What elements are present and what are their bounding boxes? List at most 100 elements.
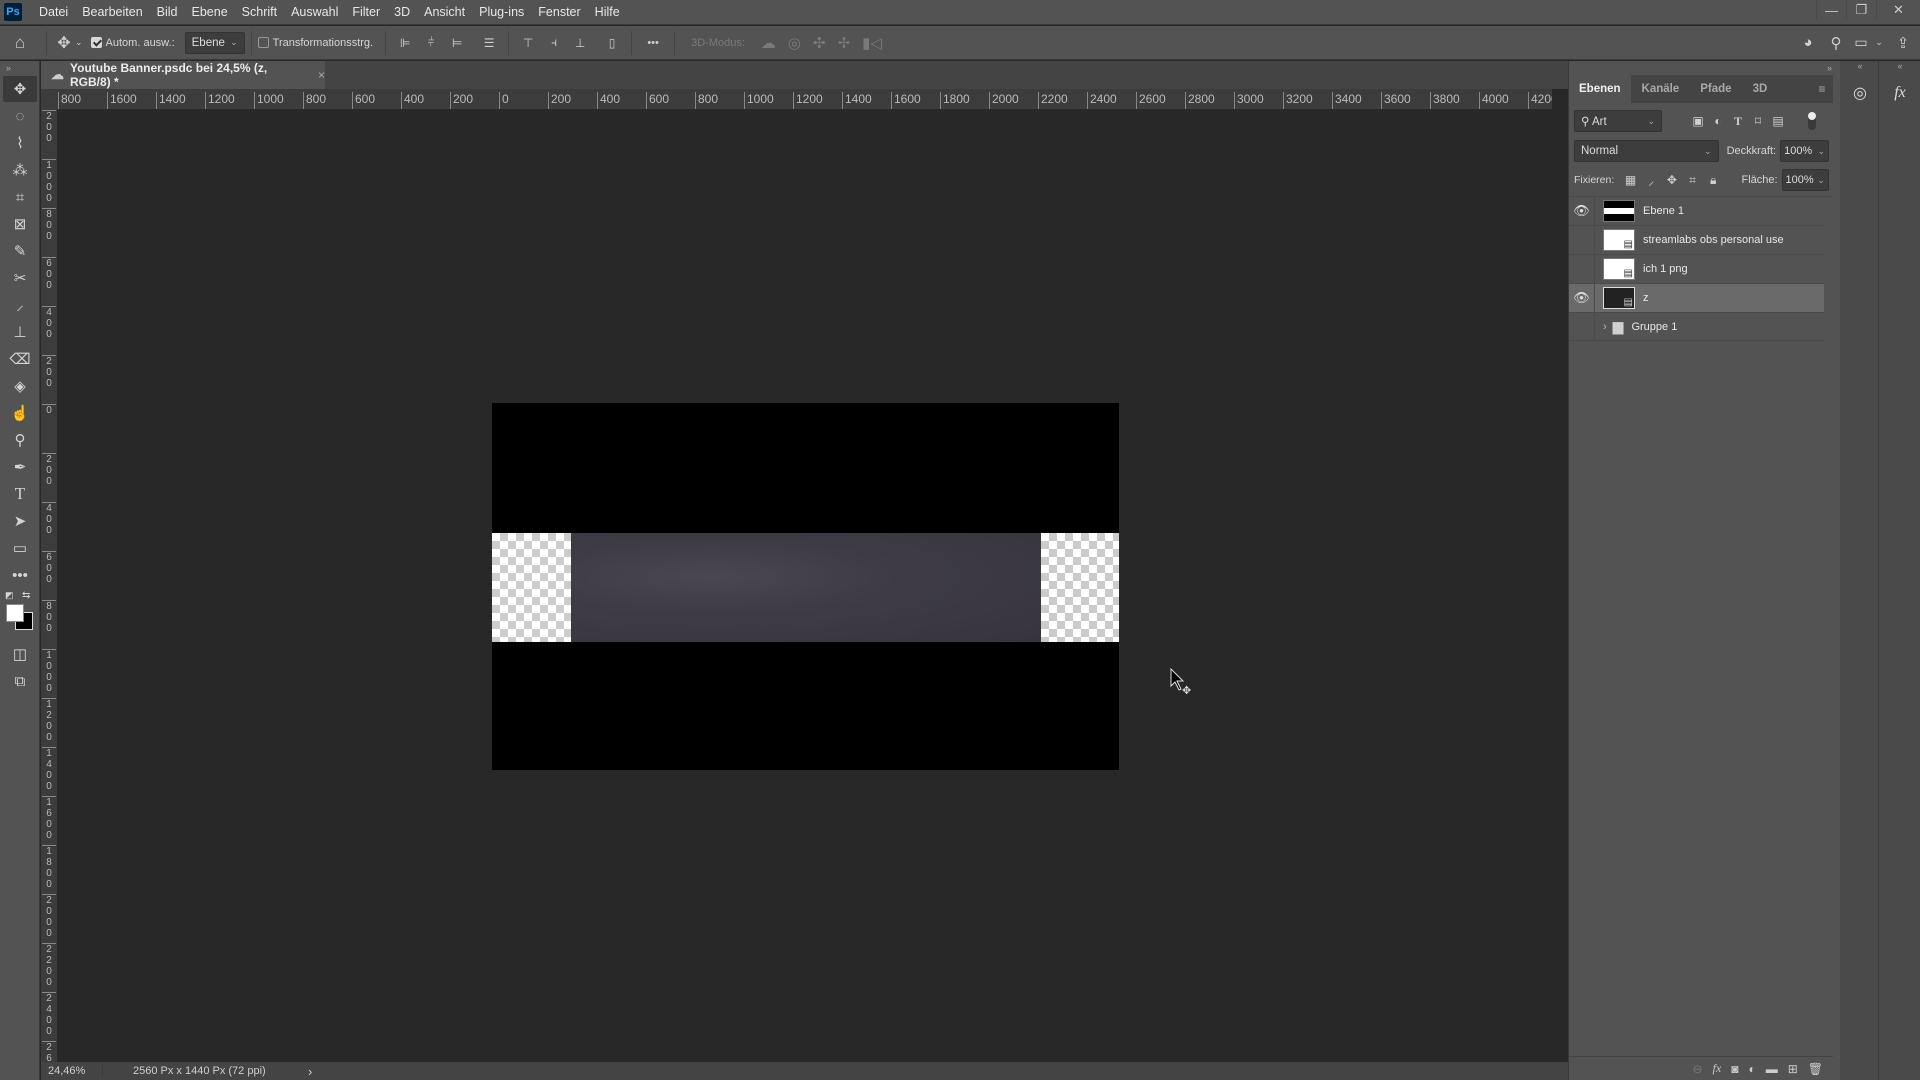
share-user-icon[interactable]: ◕ (1794, 34, 1822, 51)
collapse-toolbar-icon[interactable]: » (0, 61, 39, 75)
menu-bearbeiten[interactable]: Bearbeiten (75, 5, 149, 19)
menu-fenster[interactable]: Fenster (531, 5, 587, 19)
align-horizontal-center-icon[interactable]: ⫩ (424, 35, 438, 50)
fill-value[interactable]: 100% (1786, 174, 1814, 186)
visibility-toggle-off[interactable] (1569, 254, 1595, 284)
lock-image-pixels-icon[interactable]: ⸝ (1641, 172, 1662, 189)
layer-row[interactable]: ▤ streamlabs obs personal use (1569, 225, 1824, 255)
link-layers-icon[interactable]: ⊖ (1692, 1062, 1702, 1076)
add-mask-icon[interactable]: ◙ (1731, 1062, 1738, 1076)
auto-select-checkbox[interactable]: Autom. ausw.: (90, 37, 175, 49)
expand-panels-icon[interactable]: « (1897, 61, 1902, 75)
align-top-icon[interactable]: ⊤ (521, 36, 535, 50)
new-layer-icon[interactable]: ⊞ (1788, 1062, 1798, 1076)
lock-transparent-pixels-icon[interactable]: ▦ (1620, 173, 1641, 187)
move-tool-icon[interactable]: ✥ (53, 33, 75, 53)
distribute-horizontal-icon[interactable]: ▯ (605, 36, 619, 50)
panel-menu-icon[interactable]: ≡ (1811, 75, 1833, 103)
opacity-field[interactable]: 100% ⌄ (1780, 140, 1829, 162)
menu-3d[interactable]: 3D (387, 5, 417, 19)
magic-wand-tool[interactable]: ⁂ (3, 157, 37, 183)
tab-pfade[interactable]: Pfade (1690, 75, 1743, 103)
tab-kanaele[interactable]: Kanäle (1632, 75, 1691, 103)
menu-bild[interactable]: Bild (150, 5, 185, 19)
chevron-down-icon[interactable]: ⌄ (1817, 175, 1825, 186)
rectangle-tool[interactable]: ▭ (3, 535, 37, 561)
fill-field[interactable]: 100% ⌄ (1781, 169, 1829, 191)
visibility-toggle-off[interactable] (1569, 225, 1595, 255)
tab-3d[interactable]: 3D (1743, 75, 1779, 103)
pen-tool[interactable]: ✒ (3, 454, 37, 480)
chevron-down-icon[interactable]: ⌄ (1872, 37, 1886, 48)
opacity-value[interactable]: 100% (1784, 145, 1812, 157)
filter-smart-object-icon[interactable]: ▤ (1768, 114, 1788, 128)
status-menu-arrow[interactable]: › (308, 1064, 312, 1079)
tab-ebenen[interactable]: Ebenen (1569, 75, 1632, 103)
eraser-tool[interactable]: ⌫ (3, 346, 37, 372)
layer-row[interactable]: 👁︎ Ebene 1 (1569, 196, 1824, 226)
healing-brush-tool[interactable]: ✂ (3, 265, 37, 291)
lock-all-icon[interactable]: 🔒︎ (1703, 173, 1724, 188)
menu-auswahl[interactable]: Auswahl (284, 5, 345, 19)
brush-tool[interactable]: ⸝ (3, 292, 37, 318)
vertical-ruler[interactable]: 2001000800600400200020040060080010001200… (41, 110, 58, 1062)
document-tab[interactable]: ☁ Youtube Banner.psdc bei 24,5% (z, RGB/… (41, 61, 325, 89)
layer-name[interactable]: streamlabs obs personal use (1643, 234, 1784, 246)
filter-toggle[interactable] (1808, 112, 1816, 130)
foreground-color-swatch[interactable] (6, 604, 24, 622)
search-icon[interactable]: ⚲ (1822, 34, 1850, 52)
styles-fx-panel-icon[interactable]: fx (1883, 75, 1917, 111)
delete-layer-trash-icon[interactable]: 🗑︎ (1808, 1062, 1823, 1076)
move-tool[interactable]: ✥ (3, 76, 37, 102)
auto-select-target-dropdown[interactable]: Ebene ⌄ (184, 31, 245, 54)
filter-adjustment-icon[interactable]: ◐ (1708, 114, 1728, 128)
layer-name[interactable]: Ebene 1 (1643, 205, 1684, 217)
frame-tool[interactable]: ⊠ (3, 211, 37, 237)
visibility-eye-icon[interactable]: 👁︎ (1569, 283, 1595, 313)
layer-name[interactable]: Gruppe 1 (1631, 321, 1677, 333)
eyedropper-tool[interactable]: ✎ (3, 238, 37, 264)
clone-stamp-tool[interactable]: ⊥ (3, 319, 37, 345)
layer-name[interactable]: ich 1 png (1643, 263, 1688, 275)
chevron-down-icon[interactable]: ⌄ (1817, 146, 1825, 157)
quick-mask-icon[interactable]: ◫ (3, 641, 37, 667)
type-tool[interactable]: T (3, 481, 37, 507)
expand-group-chevron-icon[interactable]: › (1603, 321, 1607, 333)
lock-position-icon[interactable]: ✥ (1662, 173, 1683, 187)
adjustment-layer-icon[interactable]: ◐ (1748, 1062, 1755, 1076)
marquee-tool[interactable]: ◌ (3, 103, 37, 129)
checkbox-unchecked[interactable] (257, 37, 269, 48)
blend-mode-dropdown[interactable]: Normal ⌄ (1574, 140, 1719, 162)
filter-type-icon[interactable]: T (1728, 114, 1748, 129)
screen-mode-icon[interactable]: ⧉ (3, 668, 37, 694)
menu-datei[interactable]: Datei (32, 5, 75, 19)
document-canvas[interactable] (492, 403, 1119, 770)
filter-pixel-icon[interactable]: ▣ (1688, 114, 1708, 128)
path-selection-tool[interactable]: ➤ (3, 508, 37, 534)
color-swatches[interactable]: ◩ ⇆ (0, 590, 39, 640)
dodge-tool[interactable]: ⚲ (3, 427, 37, 453)
close-window-button[interactable]: ✕ (1876, 0, 1920, 20)
layer-style-fx-icon[interactable]: fx (1713, 1061, 1722, 1076)
libraries-panel-icon[interactable]: ◎ (1843, 75, 1877, 111)
checkbox-checked[interactable] (90, 37, 102, 48)
filter-shape-icon[interactable]: ⌑ (1748, 114, 1768, 128)
layer-name[interactable]: z (1643, 292, 1649, 304)
paint-bucket-tool[interactable]: ◈ (3, 373, 37, 399)
layer-group-row[interactable]: › ▆ Gruppe 1 (1569, 312, 1824, 341)
align-left-icon[interactable]: ⊫ (398, 36, 412, 50)
visibility-eye-icon[interactable]: 👁︎ (1569, 196, 1595, 226)
restore-button[interactable]: ❐ (1846, 0, 1876, 20)
layer-filter-kind-dropdown[interactable]: ⚲ Art ⌄ (1574, 110, 1662, 132)
panel-collapse-icon[interactable]: » (1827, 63, 1832, 73)
edit-toolbar-icon[interactable]: ••• (3, 562, 37, 588)
lasso-tool[interactable]: ⌇ (3, 130, 37, 156)
align-bottom-icon[interactable]: ⊥ (573, 36, 587, 50)
align-vertical-center-icon[interactable]: ⫞ (547, 35, 561, 50)
menu-ansicht[interactable]: Ansicht (417, 5, 472, 19)
home-icon[interactable]: ⌂ (0, 33, 40, 53)
layer-row[interactable]: ▤ ich 1 png (1569, 254, 1824, 284)
chevron-down-icon[interactable]: ⌄ (75, 37, 83, 48)
menu-schrift[interactable]: Schrift (235, 5, 284, 19)
menu-ebene[interactable]: Ebene (185, 5, 235, 19)
